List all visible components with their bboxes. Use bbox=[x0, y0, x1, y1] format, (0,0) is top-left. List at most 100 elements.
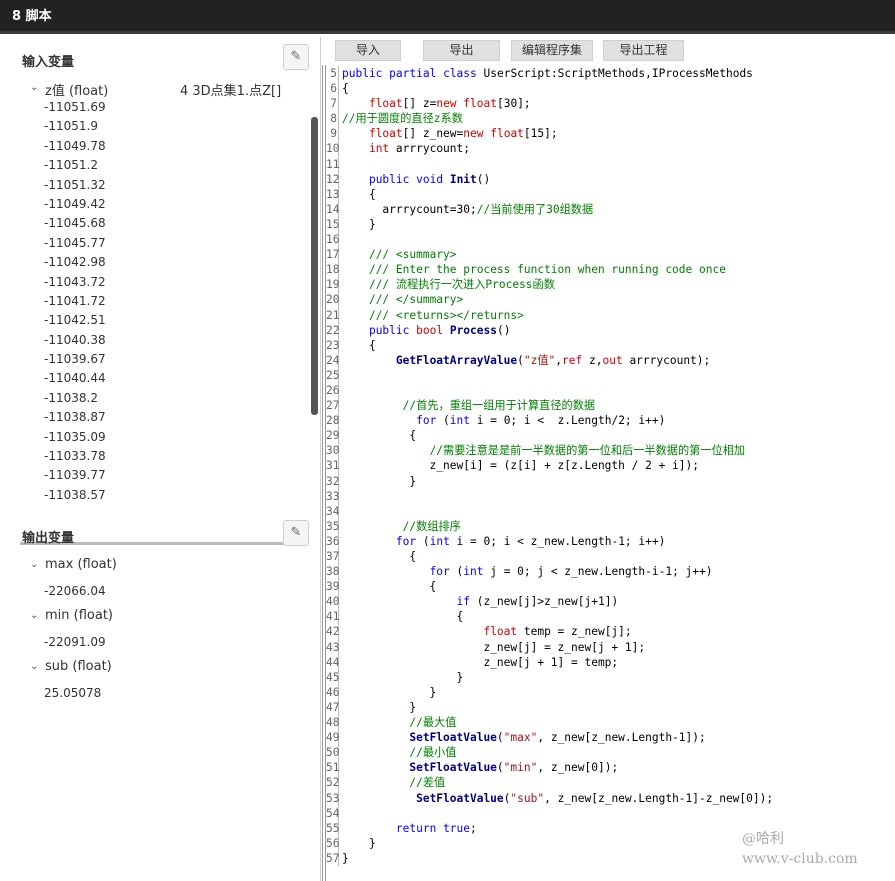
code-line: 17 /// <summary> bbox=[326, 247, 773, 263]
code-text: float temp = z_new[j]; bbox=[483, 625, 632, 639]
code-line: 46 } bbox=[326, 684, 773, 700]
code-line: 19 /// 流程执行一次进入Process函数 bbox=[326, 277, 773, 293]
line-number: 43 bbox=[326, 639, 340, 655]
output-variables-header: 输出变量 ✎ bbox=[0, 513, 321, 553]
code-line: 22 public bool Process() bbox=[326, 322, 773, 338]
code-lines: 5 public partial class UserScript:ScriptM… bbox=[326, 66, 773, 866]
code-line: 8//用于圆度的直径z系数 bbox=[326, 111, 773, 127]
code-line: 16 bbox=[326, 232, 773, 248]
variables-panel: 输入变量 ✎ ⌄ z值 (float) 4 3D点集1.点Z[] -11051.… bbox=[0, 37, 321, 881]
line-number: 17 bbox=[326, 247, 340, 263]
line-number: 37 bbox=[326, 549, 340, 565]
line-number: 25 bbox=[326, 367, 340, 383]
code-text: { bbox=[342, 610, 464, 624]
code-editor[interactable]: 5 public partial class UserScript:ScriptM… bbox=[322, 65, 895, 881]
line-number: 49 bbox=[326, 730, 340, 746]
import-button[interactable]: 导入 bbox=[335, 40, 401, 61]
code-line: 20 /// </summary> bbox=[326, 292, 773, 308]
code-text: for (int i = 0; i < z.Length/2; i++) bbox=[416, 414, 666, 428]
line-number: 20 bbox=[326, 292, 340, 308]
chevron-down-icon: ⌄ bbox=[30, 82, 39, 93]
line-number: 36 bbox=[326, 533, 340, 549]
code-text: for (int i = 0; i < z_new.Length-1; i++) bbox=[395, 534, 666, 548]
edit-output-button[interactable]: ✎ bbox=[283, 520, 309, 546]
z-value-item: -11038.57 bbox=[44, 487, 106, 502]
line-number: 30 bbox=[326, 443, 340, 459]
z-value-item: -11051.2 bbox=[44, 158, 98, 173]
z-value-item: -11039.77 bbox=[44, 468, 106, 483]
code-text: /// <summary> bbox=[368, 248, 457, 262]
line-number: 6 bbox=[326, 81, 339, 97]
code-line: 23 { bbox=[326, 337, 773, 353]
z-value-item: -11040.44 bbox=[44, 371, 106, 386]
export-button[interactable]: 导出 bbox=[423, 40, 500, 61]
code-text: z_new[i] = (z[i] + z[z.Length / 2 + i]); bbox=[342, 459, 699, 473]
z-values-list: -11051.69 -11051.9 -11049.78 -11051.2 -11051… bbox=[44, 98, 106, 505]
line-number: 32 bbox=[326, 473, 340, 489]
script-window: 8 脚本 输入变量 ✎ ⌄ z值 (float) 4 3D点集1.点Z[] -1… bbox=[0, 0, 895, 881]
code-line: 49 SetFloatValue("max", z_new[z_new.Leng… bbox=[326, 730, 773, 746]
code-text: { bbox=[342, 550, 417, 563]
code-text: SetFloatValue("min", z_new[0]); bbox=[409, 761, 619, 775]
line-number: 45 bbox=[326, 669, 340, 685]
code-text: SetFloatValue("sub", z_new[z_new.Length-… bbox=[416, 791, 774, 805]
line-number: 5 bbox=[326, 66, 339, 82]
code-text: public bool Process() bbox=[368, 323, 511, 337]
code-text: //首先，重组一组用于计算直径的数据 bbox=[402, 399, 596, 413]
variable-source: 4 3D点集1.点Z[] bbox=[180, 84, 282, 99]
code-text: } bbox=[342, 685, 437, 699]
code-text: SetFloatValue("max", z_new[z_new.Length-… bbox=[409, 731, 706, 745]
code-line: 37 { bbox=[326, 549, 773, 565]
line-number: 13 bbox=[326, 186, 340, 202]
line-number: 56 bbox=[326, 835, 340, 851]
line-number: 19 bbox=[326, 277, 340, 293]
code-line: 25 bbox=[326, 367, 773, 383]
code-text: { bbox=[342, 429, 417, 443]
code-line: 11 bbox=[326, 156, 773, 172]
code-text: //最小值 bbox=[409, 746, 457, 760]
code-line: 32 } bbox=[326, 473, 773, 489]
code-line: 40 if (z_new[j]>z_new[j+1]) bbox=[326, 594, 773, 610]
edit-input-button[interactable]: ✎ bbox=[283, 44, 309, 70]
code-line: 34 bbox=[326, 503, 773, 519]
line-number: 23 bbox=[326, 337, 340, 353]
code-text: GetFloatArrayValue("z值",ref z,out arrryc… bbox=[395, 353, 711, 367]
code-text: public partial class UserScript:ScriptMe… bbox=[342, 67, 753, 80]
export-project-button[interactable]: 导出工程 bbox=[603, 40, 684, 61]
line-number: 7 bbox=[326, 96, 339, 112]
line-number: 47 bbox=[326, 699, 340, 716]
line-number: 31 bbox=[326, 458, 340, 474]
code-text: { bbox=[342, 338, 376, 352]
line-number: 28 bbox=[326, 413, 340, 429]
code-line: 35 //数组排序 bbox=[326, 518, 773, 534]
code-text: for (int j = 0; j < z_new.Length-i-1; j+… bbox=[429, 565, 713, 579]
z-value-item: -11045.68 bbox=[44, 216, 106, 231]
code-text: if (z_new[j]>z_new[j+1]) bbox=[456, 595, 619, 609]
code-text: { bbox=[342, 580, 437, 594]
line-number: 48 bbox=[326, 715, 340, 731]
line-number: 15 bbox=[326, 216, 340, 233]
z-value-item: -11042.98 bbox=[44, 255, 106, 270]
code-line: 28 for (int i = 0; i < z.Length/2; i++) bbox=[326, 413, 773, 429]
code-text: } bbox=[342, 700, 417, 714]
code-text: z_new[j + 1] = temp; bbox=[342, 655, 619, 669]
z-value-item: -11033.78 bbox=[44, 449, 106, 464]
chevron-down-icon: ⌄ bbox=[30, 661, 39, 672]
code-line: 48 //最大值 bbox=[326, 715, 773, 731]
z-value-item: -11038.2 bbox=[44, 390, 98, 405]
code-line: 43 z_new[j] = z_new[j + 1]; bbox=[326, 639, 773, 655]
edit-assembly-button[interactable]: 编辑程序集 bbox=[511, 40, 593, 61]
line-number: 51 bbox=[326, 760, 340, 776]
output-variable-name: sub (float) bbox=[45, 659, 112, 674]
code-text: { bbox=[342, 187, 376, 201]
code-text: /// <returns></returns> bbox=[368, 308, 524, 322]
code-line: 6{ bbox=[326, 81, 773, 97]
scrollbar[interactable] bbox=[311, 117, 318, 415]
code-text: } bbox=[342, 836, 376, 850]
code-line: 36 for (int i = 0; i < z_new.Length-1; i… bbox=[326, 533, 773, 549]
output-variables-title: 输出变量 bbox=[22, 531, 75, 546]
line-number: 27 bbox=[326, 398, 340, 414]
code-line: 31 z_new[i] = (z[i] + z[z.Length / 2 + i… bbox=[326, 458, 773, 474]
code-line: 53 SetFloatValue("sub", z_new[z_new.Leng… bbox=[326, 790, 774, 806]
code-line: 7 float[] z=new float[30]; bbox=[326, 96, 773, 112]
